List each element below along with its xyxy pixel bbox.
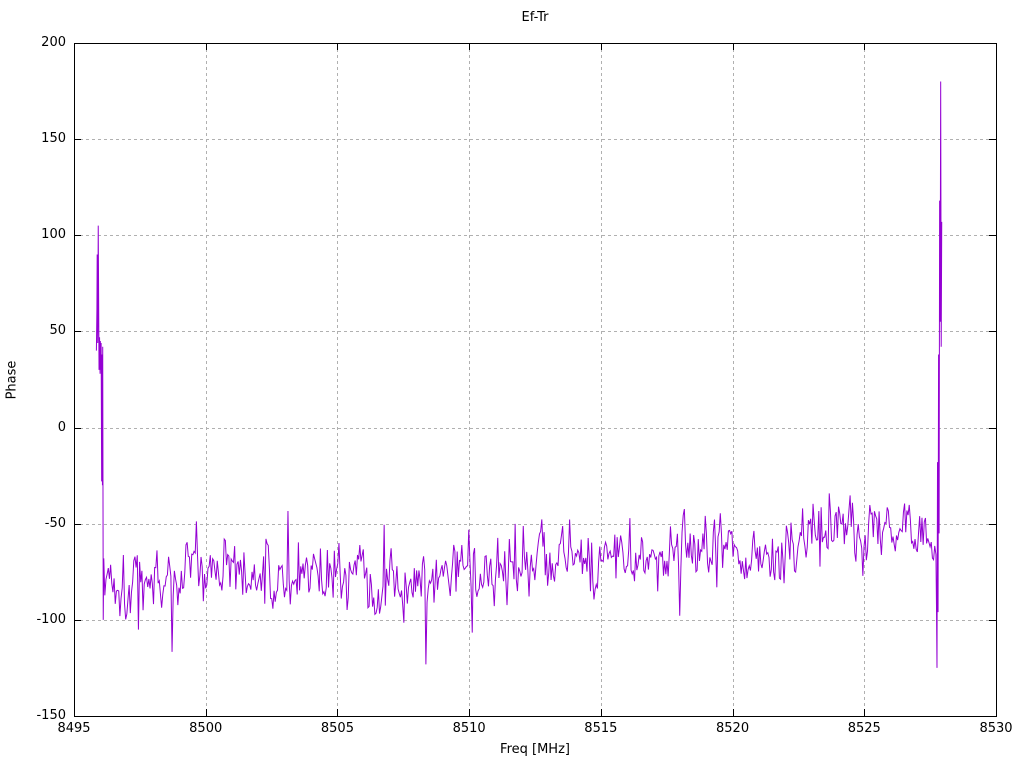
x-tick-label: 8525 bbox=[847, 721, 881, 736]
x-tick-label: 8515 bbox=[584, 721, 618, 736]
x-tick-label: 8505 bbox=[320, 721, 354, 736]
x-tick-label: 8530 bbox=[979, 721, 1013, 736]
chart: Ef-Tr Freq [MHz] Phase -150 -100 -50 0 50 100… bbox=[0, 0, 1024, 768]
plot-canvas bbox=[74, 43, 997, 717]
x-tick-label: 8520 bbox=[716, 721, 750, 736]
y-tick-label: 0 bbox=[57, 419, 66, 435]
y-tick-label: 200 bbox=[41, 35, 66, 50]
x-tick-label: 8510 bbox=[452, 721, 486, 736]
x-tick-label: 8495 bbox=[57, 721, 91, 736]
x-axis-label: Freq [MHz] bbox=[500, 742, 570, 757]
x-tick-label: 8500 bbox=[189, 721, 223, 736]
plot-border bbox=[74, 43, 997, 717]
y-tick-label: 50 bbox=[49, 323, 66, 339]
y-tick-label: -100 bbox=[36, 611, 66, 627]
y-tick-label: -50 bbox=[44, 515, 66, 531]
y-tick-label: 150 bbox=[41, 131, 66, 147]
y-axis-label: Phase bbox=[4, 360, 20, 400]
data-series-path bbox=[95, 81, 943, 668]
y-tick-label: 100 bbox=[41, 227, 66, 243]
